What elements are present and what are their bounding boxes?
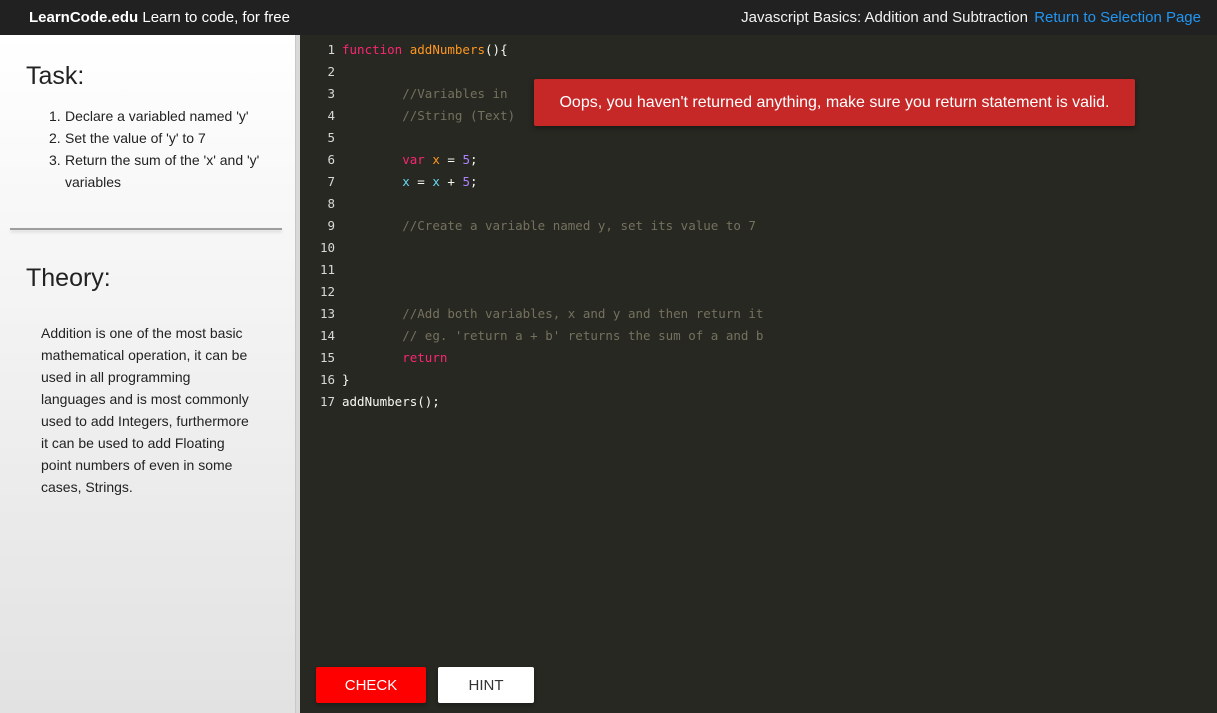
code-line[interactable]: 5 [300, 127, 763, 149]
theory-text: Addition is one of the most basic mathem… [41, 325, 249, 495]
code-line[interactable]: 13 //Add both variables, x and y and the… [300, 303, 764, 325]
task-item: 3. Return the sum of the 'x' and 'y' vari… [49, 149, 275, 193]
line-content: return [342, 347, 447, 369]
line-number: 13 [319, 306, 335, 321]
code-token: //Create a variable named y, set its val… [402, 218, 756, 233]
code-line[interactable]: 12 [300, 281, 763, 303]
line-number: 2 [327, 64, 335, 79]
code-token: //Add both variables, x and y and then r… [402, 306, 764, 321]
check-button[interactable]: CHECK [316, 667, 426, 703]
line-number: 4 [327, 108, 335, 123]
theory-heading: Theory: [26, 264, 111, 292]
top-navbar: LearnCode.edu Learn to code, for free Ja… [0, 0, 1217, 35]
line-content: //Add both variables, x and y and then r… [342, 303, 763, 325]
task-text: Set the value of 'y' to 7 [65, 130, 206, 146]
task-list: 1. Declare a variabled named 'y' 2. Set th… [49, 105, 275, 193]
lesson-sidebar: Task: 1. Declare a variabled named 'y' 2.… [0, 35, 295, 713]
code-line[interactable]: 7 x = x + 5; [300, 171, 763, 193]
code-token: //String (Text) [402, 108, 516, 123]
code-line[interactable]: 16} [300, 369, 763, 391]
line-content: var x = 5; [342, 149, 478, 171]
line-number: 11 [319, 262, 335, 277]
hint-button[interactable]: HINT [438, 667, 534, 703]
code-token: x [432, 174, 440, 189]
lesson-title: Javascript Basics: Addition and Subtract… [741, 9, 1028, 26]
line-content: //String (Text) [342, 105, 515, 127]
line-number: 12 [319, 284, 335, 299]
return-to-selection-link[interactable]: Return to Selection Page [1034, 9, 1201, 26]
code-line[interactable]: 11 [300, 259, 763, 281]
brand: LearnCode.edu Learn to code, for free [29, 9, 290, 26]
line-content: addNumbers(); [342, 391, 440, 413]
code-token: ; [469, 174, 478, 189]
code-token: 5 [462, 152, 470, 167]
task-number: 3. [49, 152, 61, 168]
line-content: //Variables in [342, 83, 508, 105]
code-token: x [432, 152, 440, 167]
line-number: 6 [327, 152, 335, 167]
code-line[interactable]: 1 function addNumbers(){ [300, 39, 763, 61]
line-number: 8 [327, 196, 335, 211]
brand-tagline: Learn to code, for free [138, 9, 290, 26]
code-token: } [342, 372, 350, 387]
code-line[interactable]: 17 addNumbers(); [300, 391, 763, 413]
line-number: 10 [319, 240, 335, 255]
section-divider [10, 228, 282, 230]
code-token: addNumbers(); [342, 394, 440, 409]
code-line[interactable]: 14 // eg. 'return a + b' returns the sum… [300, 325, 764, 347]
code-line[interactable]: 8 [300, 193, 763, 215]
code-token: return [402, 350, 448, 365]
line-content: //Create a variable named y, set its val… [342, 215, 756, 237]
line-content: x = x + 5; [342, 171, 478, 193]
code-line[interactable]: 10 [300, 237, 763, 259]
brand-name: LearnCode.edu [29, 9, 139, 26]
line-number: 9 [327, 218, 335, 233]
code-token: 5 [462, 174, 470, 189]
line-number: 1 [327, 42, 335, 57]
line-number: 17 [319, 394, 335, 409]
code-token: addNumbers [409, 42, 486, 57]
code-token: x [402, 174, 410, 189]
line-number: 14 [319, 328, 335, 343]
code-editor[interactable]: 1 function addNumbers(){ 2 3 //Variables in… [300, 35, 1217, 713]
code-token: var [402, 152, 425, 167]
error-toast: Oops, you haven't returned anything, mak… [534, 79, 1135, 126]
code-token: = [439, 152, 463, 167]
line-number: 15 [319, 350, 335, 365]
line-number: 7 [327, 174, 335, 189]
task-number: 2. [49, 130, 61, 146]
line-number: 5 [327, 130, 335, 145]
line-content: function addNumbers(){ [342, 39, 508, 61]
code-line[interactable]: 9 //Create a variable named y, set its v… [300, 215, 763, 237]
task-item: 1. Declare a variabled named 'y' [49, 105, 275, 127]
code-token: = [409, 174, 433, 189]
line-number: 16 [319, 372, 335, 387]
code-token: + [439, 174, 463, 189]
code-token: //Variables in [402, 86, 508, 101]
task-text: Return the sum of the 'x' and 'y' variab… [65, 152, 260, 190]
task-number: 1. [49, 108, 61, 124]
task-heading: Task: [26, 62, 85, 90]
line-content: // eg. 'return a + b' returns the sum of… [342, 325, 763, 347]
code-token: ; [469, 152, 478, 167]
code-line[interactable]: 15 return [300, 347, 763, 369]
task-text: Declare a variabled named 'y' [65, 108, 249, 124]
line-number: 3 [327, 86, 335, 101]
task-item: 2. Set the value of 'y' to 7 [49, 127, 275, 149]
code-token: (){ [485, 42, 508, 57]
code-token: function [342, 42, 403, 57]
code-token: // eg. 'return a + b' returns the sum of… [402, 328, 764, 343]
code-line[interactable]: 6 var x = 5; [300, 149, 763, 171]
line-content: } [342, 369, 350, 391]
